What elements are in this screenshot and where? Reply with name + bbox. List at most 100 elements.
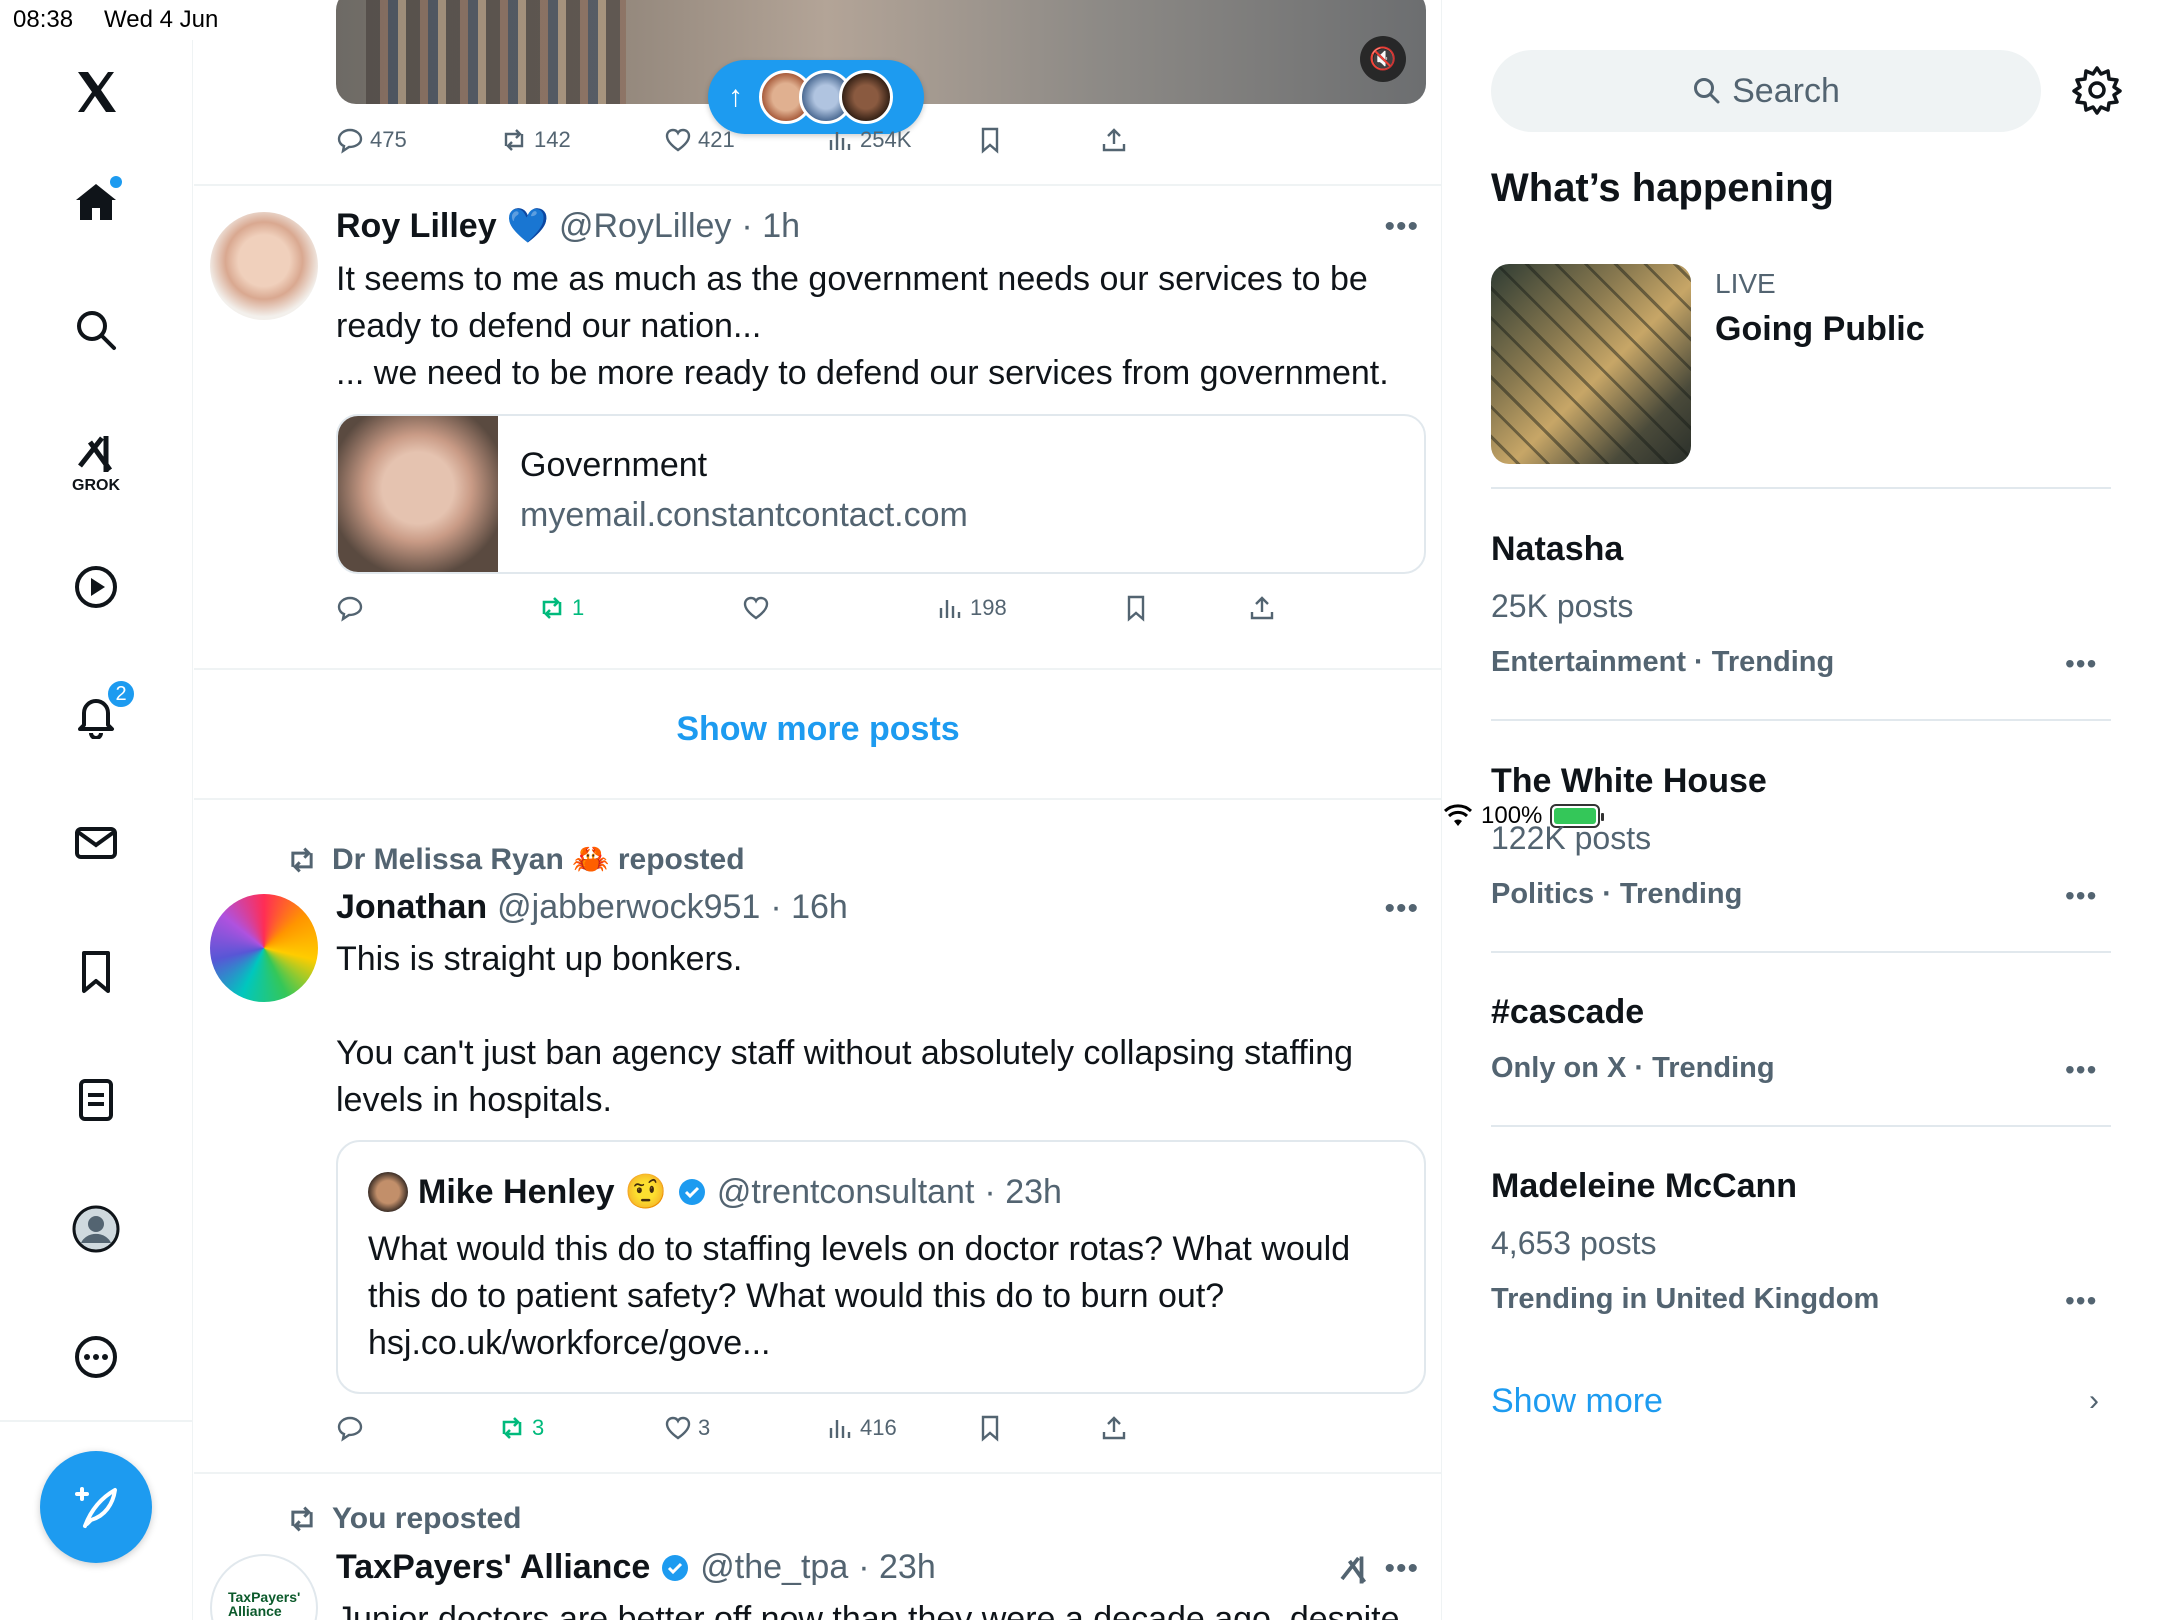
like-button[interactable] bbox=[742, 594, 770, 622]
section-title: What’s happening bbox=[1491, 166, 1834, 210]
post-text[interactable]: This is straight up bonkers. You can't j… bbox=[336, 936, 1416, 1124]
notifications-icon[interactable]: 2 bbox=[64, 679, 136, 747]
post-line: This is straight up bonkers. bbox=[336, 940, 743, 978]
live-label: LIVE bbox=[1715, 268, 1776, 299]
show-more-posts-button[interactable]: Show more posts bbox=[194, 710, 1441, 749]
more-options-icon[interactable]: ••• bbox=[1384, 1552, 1419, 1586]
home-unread-dot bbox=[110, 176, 122, 188]
link-card[interactable]: Government myemail.constantcontact.com bbox=[336, 414, 1426, 574]
video-icon[interactable] bbox=[64, 555, 128, 619]
live-title[interactable]: Going Public bbox=[1715, 310, 1925, 349]
reply-button[interactable] bbox=[336, 594, 364, 622]
show-more-link[interactable]: Show more bbox=[1491, 1382, 1663, 1421]
author-name[interactable]: Roy Lilley bbox=[336, 207, 497, 246]
repost-icon bbox=[504, 129, 524, 151]
grok-icon[interactable] bbox=[1336, 1552, 1372, 1588]
post-header: Roy Lilley 💙 @RoyLilley · 1h bbox=[336, 206, 800, 246]
gear-icon[interactable] bbox=[2071, 64, 2123, 116]
bookmark-button[interactable] bbox=[1122, 594, 1150, 622]
bookmark-icon bbox=[1127, 595, 1145, 622]
bookmarks-icon[interactable] bbox=[64, 940, 128, 1004]
views-count: 198 bbox=[970, 595, 1007, 620]
repost-button[interactable]: 142 bbox=[500, 126, 571, 154]
avatar-roy-lilley[interactable] bbox=[210, 212, 318, 320]
repost-count: 1 bbox=[572, 595, 585, 620]
more-options-icon[interactable]: ••• bbox=[2065, 1285, 2097, 1317]
post-header: TaxPayers' Alliance @the_tpa · 23h bbox=[336, 1548, 936, 1587]
more-options-icon[interactable]: ••• bbox=[2065, 880, 2097, 912]
trend-posts: 122K posts bbox=[1491, 820, 1652, 856]
post-time[interactable]: · 16h bbox=[770, 888, 848, 927]
search-input[interactable]: Search bbox=[1491, 50, 2041, 132]
trend-category: Entertainment · Trending bbox=[1491, 646, 1835, 678]
more-options-icon[interactable]: ••• bbox=[2065, 1054, 2097, 1086]
link-card-title: Government bbox=[520, 446, 708, 484]
nav-divider bbox=[0, 1420, 193, 1422]
views-button[interactable]: 416 bbox=[826, 1414, 897, 1442]
post-time[interactable]: · 23h bbox=[858, 1548, 936, 1587]
like-button[interactable]: 3 bbox=[664, 1414, 710, 1442]
avatar-jonathan[interactable] bbox=[210, 894, 318, 1002]
heart-icon bbox=[665, 1416, 691, 1440]
reply-button[interactable] bbox=[336, 1414, 364, 1442]
reply-button[interactable]: 475 bbox=[336, 126, 407, 154]
home-icon[interactable] bbox=[64, 170, 128, 234]
x-logo-icon[interactable] bbox=[64, 60, 128, 124]
quoted-line: What would this do to staffing levels on… bbox=[368, 1230, 1351, 1268]
post-actions: 1 198 bbox=[336, 594, 1426, 634]
more-options-icon[interactable]: ••• bbox=[1384, 892, 1419, 926]
repost-count: 3 bbox=[532, 1415, 545, 1440]
like-button[interactable]: 421 bbox=[664, 126, 735, 154]
live-thumbnail[interactable] bbox=[1491, 264, 1691, 464]
author-handle[interactable]: @RoyLilley bbox=[559, 207, 731, 246]
share-button[interactable] bbox=[1248, 594, 1276, 622]
trend-separator bbox=[1491, 487, 2111, 489]
trend-category: Only on X · Trending bbox=[1491, 1052, 1775, 1084]
repost-button[interactable]: 3 bbox=[498, 1414, 544, 1442]
reposted-by[interactable]: Dr Melissa Ryan bbox=[332, 843, 564, 876]
reposted-label: You reposted bbox=[332, 1502, 522, 1535]
heart-icon bbox=[743, 596, 769, 620]
bookmark-button[interactable] bbox=[976, 126, 1004, 154]
share-button[interactable] bbox=[1100, 1414, 1128, 1442]
messages-icon[interactable] bbox=[64, 811, 128, 875]
share-button[interactable] bbox=[1100, 126, 1128, 154]
repost-button[interactable]: 1 bbox=[538, 594, 584, 622]
post-text[interactable]: Junior doctors are better off now than t… bbox=[336, 1596, 1416, 1620]
views-button[interactable]: 198 bbox=[936, 594, 1007, 622]
search-icon[interactable] bbox=[64, 298, 128, 362]
new-posts-pill[interactable]: ↑ bbox=[708, 60, 924, 134]
post-time[interactable]: · 1h bbox=[741, 207, 800, 246]
views-button[interactable]: 254K bbox=[826, 126, 911, 154]
more-options-icon[interactable]: ••• bbox=[2065, 648, 2097, 680]
compose-button[interactable] bbox=[40, 1451, 152, 1563]
post-text[interactable]: It seems to me as much as the government… bbox=[336, 256, 1416, 397]
more-options-icon[interactable]: ••• bbox=[1384, 210, 1419, 244]
trend-title[interactable]: The White House bbox=[1491, 762, 1767, 801]
views-count: 254K bbox=[860, 127, 912, 152]
trend-separator bbox=[1491, 951, 2111, 953]
profile-icon[interactable] bbox=[64, 1197, 128, 1261]
trend-title[interactable]: Natasha bbox=[1491, 530, 1623, 569]
post-line: You can't just ban agency staff without … bbox=[336, 1034, 1354, 1072]
author-handle[interactable]: @jabberwock951 bbox=[497, 888, 760, 927]
views-icon bbox=[829, 1420, 851, 1438]
quoted-post[interactable]: Mike Henley 🤨 @trentconsultant · 23h Wha… bbox=[336, 1140, 1426, 1394]
lists-icon[interactable] bbox=[64, 1068, 128, 1132]
mute-icon[interactable]: 🔇 bbox=[1360, 36, 1406, 82]
quoted-author-handle: @trentconsultant bbox=[716, 1172, 975, 1211]
more-icon[interactable] bbox=[64, 1325, 128, 1389]
trend-title[interactable]: #cascade bbox=[1491, 993, 1644, 1032]
avatar-taxpayers-alliance[interactable]: TaxPayers' Alliance bbox=[210, 1554, 318, 1620]
trend-posts: 4,653 posts bbox=[1491, 1225, 1657, 1261]
author-handle[interactable]: @the_tpa bbox=[700, 1548, 848, 1587]
post-line: ... we need to be more ready to defend o… bbox=[336, 354, 1389, 392]
bookmark-button[interactable] bbox=[976, 1414, 1004, 1442]
timeline-feed[interactable]: 🔇 ↑ 475 142 421 254K Roy Lilley 💙 @RoyLi… bbox=[194, 0, 1442, 1620]
author-name[interactable]: TaxPayers' Alliance bbox=[336, 1548, 650, 1587]
author-name[interactable]: Jonathan bbox=[336, 888, 487, 927]
search-icon bbox=[1694, 78, 1720, 104]
like-count: 421 bbox=[698, 127, 735, 152]
bookmark-icon bbox=[981, 127, 999, 154]
trend-title[interactable]: Madeleine McCann bbox=[1491, 1167, 1797, 1206]
